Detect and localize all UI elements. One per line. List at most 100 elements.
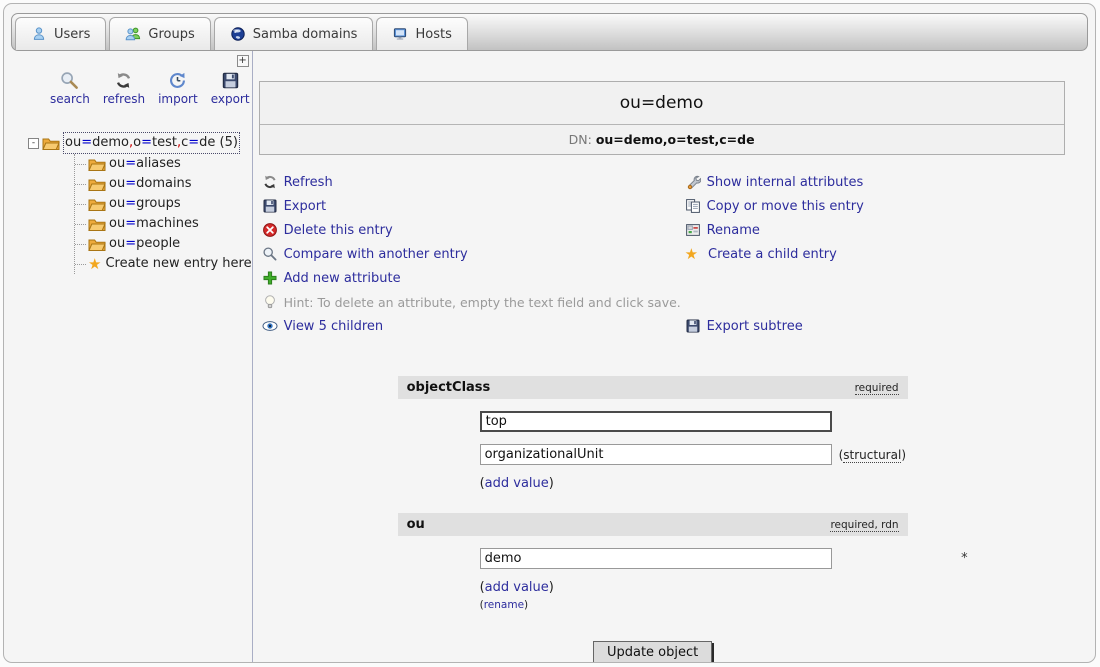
export-subtree[interactable]: Export subtree xyxy=(685,314,1096,338)
structural-note: (structural) xyxy=(839,448,906,462)
action-copy-move-entry[interactable]: Copy or move this entry xyxy=(685,194,864,218)
tab-groups[interactable]: Groups xyxy=(109,17,210,50)
tab-hosts[interactable]: Hosts xyxy=(376,17,467,50)
tree-connector xyxy=(75,184,86,185)
import-label: import xyxy=(158,92,198,106)
attribute-header: objectClass required xyxy=(398,376,908,399)
tree-node-label: ou=groups xyxy=(109,194,181,214)
tree-node-label: ou=people xyxy=(109,234,180,254)
action-delete-entry[interactable]: Delete this entry xyxy=(262,218,685,242)
action-label[interactable]: Add new attribute xyxy=(284,271,401,286)
floppy-icon xyxy=(262,198,278,214)
action-label[interactable]: Rename xyxy=(707,223,760,238)
view-children[interactable]: View 5 children xyxy=(262,314,685,338)
attribute-name: objectClass xyxy=(407,380,491,395)
entry-title: ou=demo xyxy=(260,82,1064,125)
tree-node-domains[interactable]: ou=domains xyxy=(75,174,252,194)
ou-value-input[interactable] xyxy=(480,548,832,569)
action-export[interactable]: Export xyxy=(262,194,685,218)
action-label[interactable]: Compare with another entry xyxy=(284,247,468,262)
tree-node-people[interactable]: ou=people xyxy=(75,234,252,254)
add-value-anchor[interactable]: add value xyxy=(485,580,549,595)
folder-open-icon xyxy=(42,136,60,151)
action-compare-entry[interactable]: Compare with another entry xyxy=(262,242,685,266)
import-icon xyxy=(168,71,187,90)
attribute-flags: required xyxy=(855,382,899,395)
rename-link[interactable]: (rename) xyxy=(480,599,908,611)
app-frame: Users Groups Samba domains Hosts + searc… xyxy=(3,3,1096,663)
folder-icon xyxy=(88,197,106,212)
copy-icon xyxy=(685,198,701,214)
action-add-attribute[interactable]: Add new attribute xyxy=(262,266,685,290)
tab-label: Hosts xyxy=(415,27,451,42)
tree-connector xyxy=(75,204,86,205)
sidebar-expand-toggle[interactable]: + xyxy=(237,55,249,67)
view-children-label[interactable]: View 5 children xyxy=(284,319,384,334)
tree-sidebar: + search refresh import export xyxy=(4,51,253,663)
update-object-button[interactable]: Update object xyxy=(593,641,712,663)
star-icon: ★ xyxy=(88,257,101,272)
objectclass-value-input[interactable] xyxy=(480,411,832,432)
action-refresh[interactable]: Refresh xyxy=(262,170,685,194)
entry-dn: DN:ou=demo,o=test,c=de xyxy=(260,125,1064,154)
tree-children: ou=aliases ou=domains ou=groups xyxy=(74,154,252,274)
wrench-icon xyxy=(685,174,701,190)
action-label[interactable]: Delete this entry xyxy=(284,223,393,238)
host-icon xyxy=(392,26,408,42)
refresh-button[interactable]: refresh xyxy=(103,71,145,106)
entry-header: ou=demo DN:ou=demo,o=test,c=de xyxy=(259,81,1065,155)
refresh-icon xyxy=(114,71,133,90)
ldap-tree: - ou=demo,o=test,c=de (5) ou=aliases ou=… xyxy=(28,132,252,274)
eye-icon xyxy=(262,318,278,334)
folder-icon xyxy=(88,237,106,252)
group-icon xyxy=(125,26,141,42)
add-value-anchor[interactable]: add value xyxy=(485,476,549,491)
folder-icon xyxy=(88,217,106,232)
update-row: Update object xyxy=(398,641,908,663)
objectclass-value-input[interactable] xyxy=(480,444,832,465)
add-value-link[interactable]: (add value) xyxy=(480,580,908,595)
search-button[interactable]: search xyxy=(50,71,90,106)
action-label[interactable]: Copy or move this entry xyxy=(707,199,864,214)
action-label[interactable]: Export xyxy=(284,199,327,214)
folder-icon xyxy=(88,157,106,172)
tab-label: Users xyxy=(54,27,90,42)
tab-users[interactable]: Users xyxy=(15,17,106,50)
attribute-ou: ou required, rdn * (add value) (rename) xyxy=(398,513,908,611)
collapse-icon[interactable]: - xyxy=(28,138,39,149)
action-show-internal-attributes[interactable]: Show internal attributes xyxy=(685,170,864,194)
import-button[interactable]: import xyxy=(158,71,198,106)
delete-icon xyxy=(262,222,278,238)
search-icon xyxy=(60,71,79,90)
tree-node-aliases[interactable]: ou=aliases xyxy=(75,154,252,174)
tab-samba-domains[interactable]: Samba domains xyxy=(214,17,374,50)
value-row: (structural) xyxy=(480,444,908,465)
tree-root-label: ou=demo,o=test,c=de (5) xyxy=(63,132,240,154)
globe-icon xyxy=(230,26,246,42)
action-create-child-entry[interactable]: ★ Create a child entry xyxy=(685,242,864,266)
action-label[interactable]: Refresh xyxy=(284,175,333,190)
rename-anchor[interactable]: rename xyxy=(484,599,524,611)
tree-node-groups[interactable]: ou=groups xyxy=(75,194,252,214)
attribute-objectclass: objectClass required (structural) (add v… xyxy=(398,376,908,491)
user-icon xyxy=(31,26,47,42)
floppy-icon xyxy=(685,318,701,334)
tree-create-entry[interactable]: ★ Create new entry here xyxy=(75,254,252,274)
tree-node-label: ou=machines xyxy=(109,214,199,234)
action-label[interactable]: Create a child entry xyxy=(708,247,837,262)
plus-icon xyxy=(262,270,278,286)
add-value-link[interactable]: (add value) xyxy=(480,476,908,491)
required-marker: * xyxy=(961,551,968,566)
tree-node-label: ou=domains xyxy=(109,174,192,194)
tree-root-node[interactable]: - ou=demo,o=test,c=de (5) xyxy=(28,132,252,154)
tree-node-machines[interactable]: ou=machines xyxy=(75,214,252,234)
export-label: export xyxy=(211,92,250,106)
action-rename[interactable]: Rename xyxy=(685,218,864,242)
export-subtree-label[interactable]: Export subtree xyxy=(707,319,803,334)
export-button[interactable]: export xyxy=(211,71,250,106)
children-row: View 5 children Export subtree xyxy=(262,314,1096,338)
create-entry-label: Create new entry here xyxy=(105,254,251,274)
entry-actions: Refresh Export Delete this entry Compare… xyxy=(262,170,1096,290)
magnifier-icon xyxy=(262,246,278,262)
action-label[interactable]: Show internal attributes xyxy=(707,175,864,190)
